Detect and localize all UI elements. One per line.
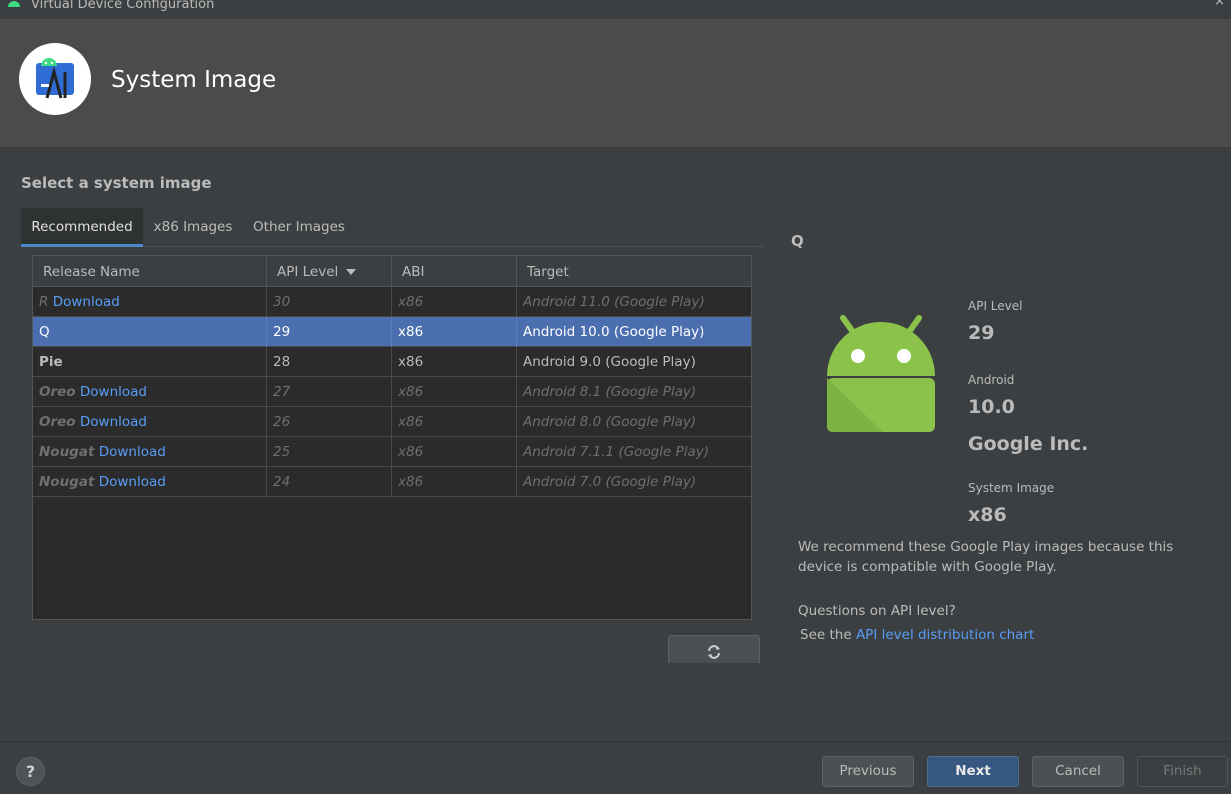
release-name-cell: Pie — [33, 347, 267, 377]
target-cell: Android 8.0 (Google Play) — [523, 414, 697, 430]
api-level-cell: 30 — [267, 287, 392, 317]
tab-other-images[interactable]: Other Images — [243, 208, 355, 247]
api-level-cell: 29 — [267, 317, 392, 347]
help-button[interactable]: ? — [16, 757, 45, 786]
system-image-label: System Image — [968, 481, 1055, 495]
abi-cell: x86 — [392, 377, 517, 407]
window-title: Virtual Device Configuration — [31, 0, 215, 12]
abi-cell: x86 — [392, 317, 517, 347]
target-cell: Android 9.0 (Google Play) — [523, 354, 696, 370]
next-button[interactable]: Next — [927, 756, 1019, 787]
api-level-cell: 25 — [267, 437, 392, 467]
title-bar: Virtual Device Configuration × — [0, 0, 1231, 19]
table-row[interactable]: Nougat Download 25 x86 Android 7.1.1 (Go… — [33, 437, 751, 467]
android-studio-logo-icon — [19, 43, 91, 115]
release-name-cell: Oreo Download — [33, 377, 267, 407]
system-image-table: Release Name API Level ABI Target R Down… — [32, 255, 752, 620]
tab-x86-images[interactable]: x86 Images — [143, 208, 243, 247]
abi-cell: x86 — [392, 467, 517, 497]
footer-divider — [0, 741, 1231, 742]
target-cell: Android 7.1.1 (Google Play) — [523, 444, 710, 460]
table-row[interactable]: Pie 28 x86 Android 9.0 (Google Play) — [33, 347, 751, 377]
release-name-cell: Nougat Download — [33, 467, 267, 497]
download-link[interactable]: Download — [99, 474, 166, 490]
target-cell: Android 10.0 (Google Play) — [523, 324, 705, 340]
android-robot-icon — [827, 315, 935, 432]
column-abi[interactable]: ABI — [392, 256, 517, 287]
download-link[interactable]: Download — [80, 384, 147, 400]
release-name-cell: Oreo Download — [33, 407, 267, 437]
column-api-level[interactable]: API Level — [267, 256, 392, 287]
table-row[interactable]: Q 29 x86 Android 10.0 (Google Play) — [33, 317, 751, 347]
release-name-cell: Q — [33, 317, 267, 347]
refresh-icon — [708, 645, 720, 659]
api-level-value: 29 — [968, 322, 995, 344]
section-title: Select a system image — [21, 174, 212, 192]
wizard-header: System Image — [0, 19, 1231, 147]
download-link[interactable]: Download — [53, 294, 120, 310]
table-row[interactable]: Oreo Download 26 x86 Android 8.0 (Google… — [33, 407, 751, 437]
api-level-cell: 27 — [267, 377, 392, 407]
abi-cell: x86 — [392, 287, 517, 317]
tab-recommended[interactable]: Recommended — [21, 208, 143, 247]
finish-button[interactable]: Finish — [1137, 756, 1228, 787]
target-cell: Android 11.0 (Google Play) — [523, 294, 705, 310]
sort-descending-icon — [346, 269, 357, 275]
api-level-cell: 24 — [267, 467, 392, 497]
api-level-cell: 28 — [267, 347, 392, 377]
abi-cell: x86 — [392, 347, 517, 377]
selected-image-name: Q — [791, 232, 804, 250]
api-level-label: API Level — [968, 299, 1023, 313]
close-icon[interactable]: × — [1214, 0, 1225, 9]
page-title: System Image — [111, 67, 277, 93]
download-link[interactable]: Download — [80, 414, 147, 430]
cancel-button[interactable]: Cancel — [1032, 756, 1124, 787]
tab-bar: Recommended x86 Images Other Images — [21, 208, 763, 247]
api-question-text: Questions on API level? — [798, 603, 956, 619]
previous-button[interactable]: Previous — [822, 756, 914, 787]
download-link[interactable]: Download — [99, 444, 166, 460]
system-image-value: x86 — [968, 504, 1007, 526]
api-chart-line: See the API level distribution chart — [800, 627, 1035, 643]
release-name-cell: R Download — [33, 287, 267, 317]
abi-cell: x86 — [392, 407, 517, 437]
column-target[interactable]: Target — [517, 256, 751, 287]
column-release-name[interactable]: Release Name — [33, 256, 267, 287]
table-row[interactable]: R Download 30 x86 Android 11.0 (Google P… — [33, 287, 751, 317]
android-icon — [8, 1, 20, 7]
table-row[interactable]: Oreo Download 27 x86 Android 8.1 (Google… — [33, 377, 751, 407]
release-name-cell: Nougat Download — [33, 437, 267, 467]
vendor-name: Google Inc. — [968, 433, 1089, 455]
target-cell: Android 8.1 (Google Play) — [523, 384, 697, 400]
api-level-cell: 26 — [267, 407, 392, 437]
refresh-button[interactable] — [668, 635, 760, 663]
android-version-value: 10.0 — [968, 396, 1015, 418]
target-cell: Android 7.0 (Google Play) — [523, 474, 697, 490]
android-version-label: Android — [968, 373, 1015, 387]
recommendation-text: We recommend these Google Play images be… — [798, 539, 1174, 575]
table-header: Release Name API Level ABI Target — [33, 256, 751, 287]
api-distribution-chart-link[interactable]: API level distribution chart — [856, 627, 1034, 643]
abi-cell: x86 — [392, 437, 517, 467]
table-row[interactable]: Nougat Download 24 x86 Android 7.0 (Goog… — [33, 467, 751, 497]
